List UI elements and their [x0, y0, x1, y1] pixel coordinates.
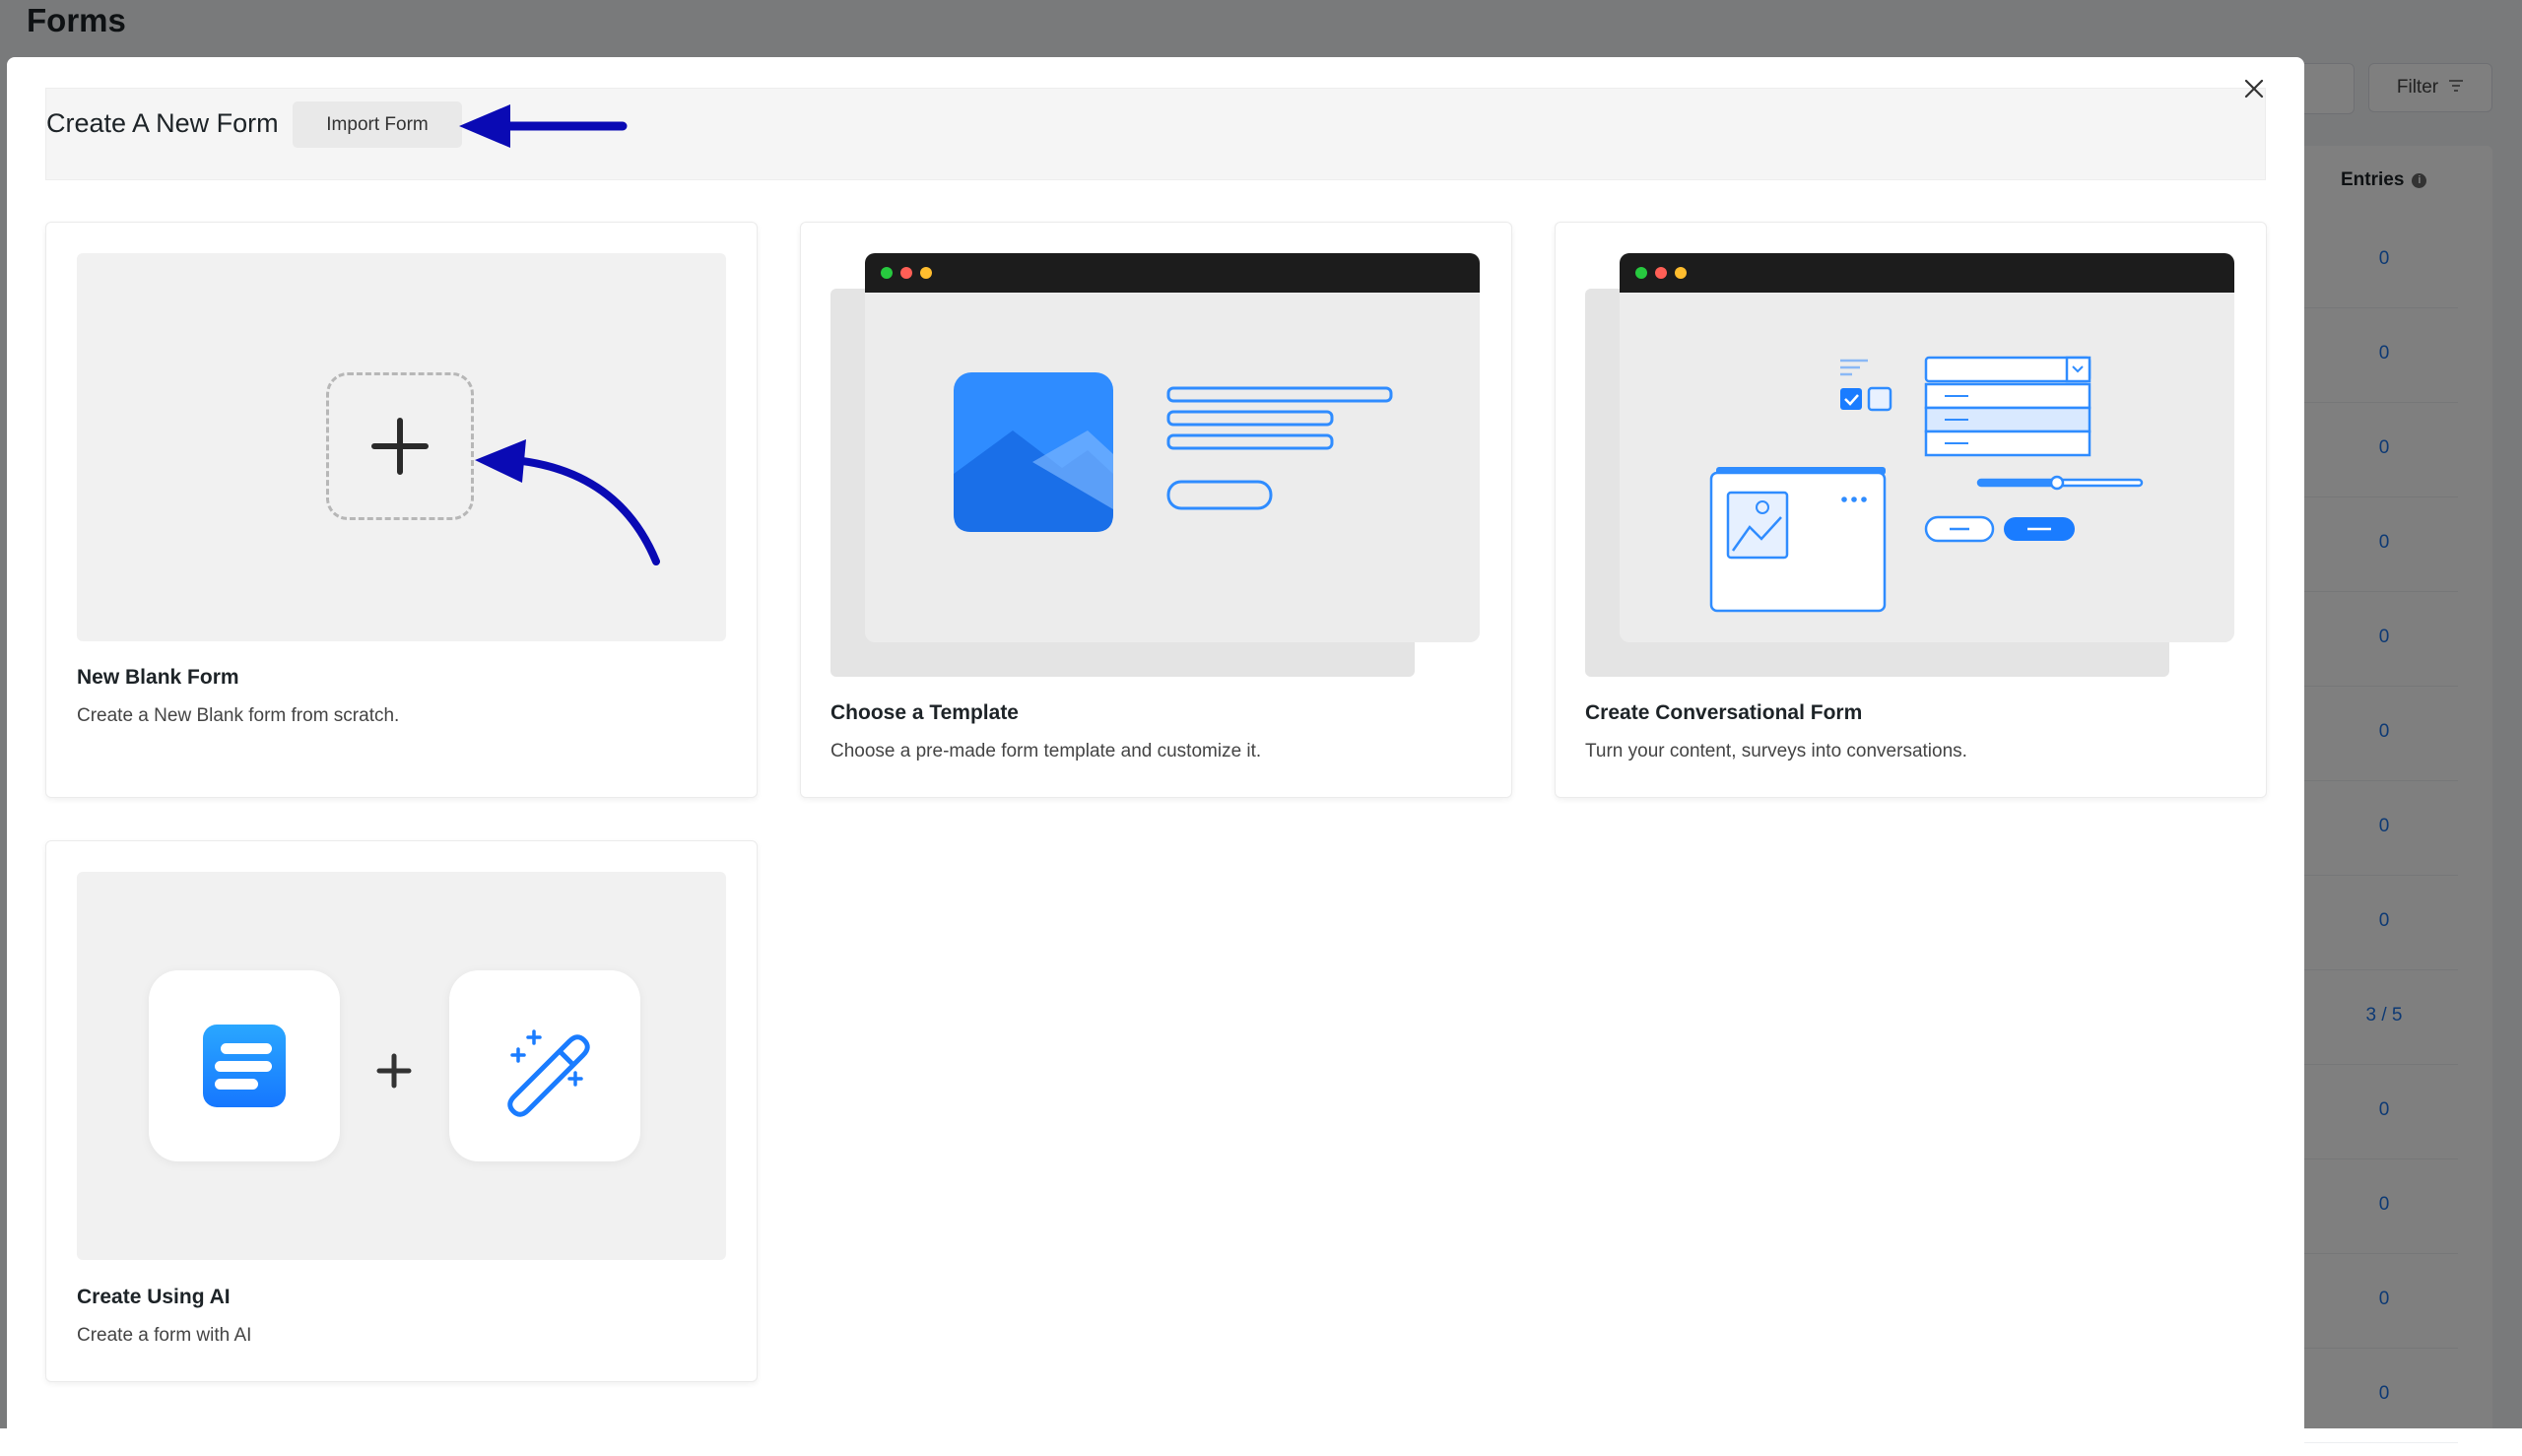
card-description: Choose a pre-made form template and cust… [830, 741, 1262, 761]
magic-wand-icon [507, 1029, 590, 1117]
conversational-browser-mock [1620, 253, 2234, 642]
row-divider [2295, 1442, 2458, 1443]
card-description: Create a New Blank form from scratch. [77, 705, 400, 726]
card-title: Create Using AI [77, 1286, 231, 1308]
plus-icon [326, 372, 474, 520]
fluent-forms-tile [149, 970, 340, 1161]
ai-magic-tile [449, 970, 640, 1161]
card-description: Turn your content, surveys into conversa… [1585, 741, 1967, 761]
card-description: Create a form with AI [77, 1325, 252, 1346]
checkbox-icon [1840, 386, 1892, 412]
card-title: New Blank Form [77, 666, 239, 689]
template-browser-mock [865, 253, 1480, 642]
import-form-button[interactable]: Import Form [293, 101, 462, 148]
card-title: Create Conversational Form [1585, 701, 1863, 724]
image-placeholder-icon [1726, 491, 1789, 560]
close-button[interactable] [2236, 71, 2272, 106]
modal-title: Create A New Form [46, 108, 279, 138]
close-icon [2244, 79, 2264, 99]
fluent-forms-logo-icon [203, 1025, 286, 1107]
card-title: Choose a Template [830, 701, 1019, 724]
image-placeholder-icon [954, 372, 1393, 532]
plus-icon [376, 1053, 412, 1089]
